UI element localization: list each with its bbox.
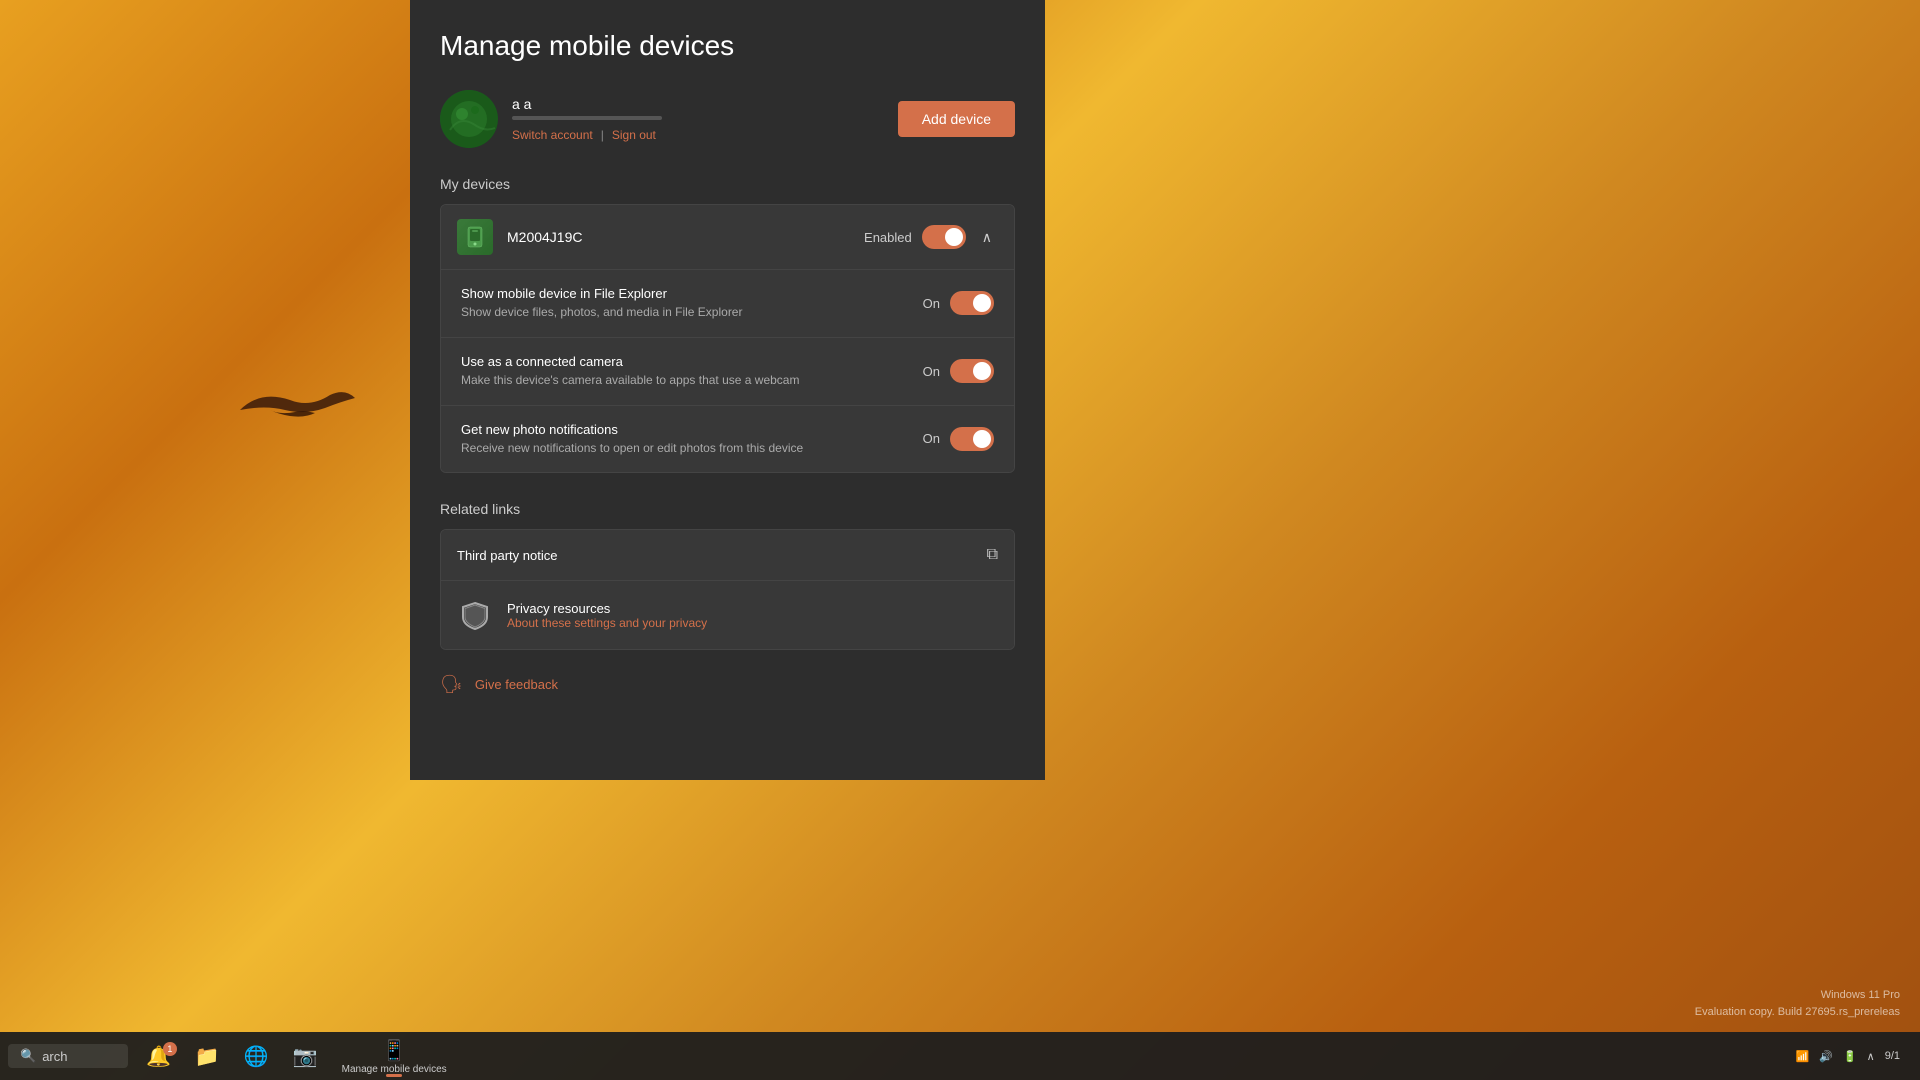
add-device-button[interactable]: Add device xyxy=(898,101,1015,137)
account-left: a a Switch account | Sign out xyxy=(440,90,662,148)
setting-on-label-notifications: On xyxy=(923,431,940,446)
setting-on-label-camera: On xyxy=(923,364,940,379)
setting-content: Show mobile device in File Explorer Show… xyxy=(461,286,923,321)
shield-icon xyxy=(457,597,493,633)
setting-content-camera: Use as a connected camera Make this devi… xyxy=(461,354,923,389)
device-enabled-toggle[interactable] xyxy=(922,225,966,249)
taskbar-search[interactable]: 🔍 arch xyxy=(8,1044,128,1068)
taskbar-item-label: Manage mobile devices xyxy=(342,1064,447,1075)
device-status-label: Enabled xyxy=(864,230,912,245)
setting-row-notifications: Get new photo notifications Receive new … xyxy=(441,406,1014,473)
time-display: 9/1 xyxy=(1885,1050,1900,1062)
taskbar-mobile-devices-item[interactable]: 📱 Manage mobile devices xyxy=(332,1034,457,1079)
setting-right-notifications: On xyxy=(923,427,994,451)
privacy-link-text: Privacy resources About these settings a… xyxy=(507,601,998,630)
setting-desc-notifications: Receive new notifications to open or edi… xyxy=(461,440,923,457)
file-explorer-icon: 📁 xyxy=(195,1044,220,1069)
avatar xyxy=(440,90,498,148)
eval-line1: Windows 11 Pro xyxy=(1695,987,1900,1004)
related-links-header: Related links xyxy=(440,501,1015,517)
third-party-notice-link[interactable]: Third party notice ⧉ xyxy=(441,530,1014,581)
edge-icon: 🌐 xyxy=(244,1044,269,1069)
search-icon: 🔍 xyxy=(20,1048,36,1064)
account-divider: | xyxy=(601,128,604,142)
network-icon: 📶 xyxy=(1796,1050,1810,1063)
give-feedback-label: Give feedback xyxy=(475,677,558,692)
third-party-title: Third party notice xyxy=(457,548,987,563)
notification-badge: 1 xyxy=(163,1042,177,1056)
device-icon xyxy=(457,219,493,255)
setting-on-label: On xyxy=(923,296,940,311)
account-links: Switch account | Sign out xyxy=(512,128,662,142)
taskbar-file-explorer-item[interactable]: 📁 xyxy=(185,1040,230,1073)
page-title: Manage mobile devices xyxy=(440,30,1015,62)
setting-title-file-explorer: Show mobile device in File Explorer xyxy=(461,286,923,301)
windows-eval-text: Windows 11 Pro Evaluation copy. Build 27… xyxy=(1695,987,1900,1020)
setting-row-camera: Use as a connected camera Make this devi… xyxy=(441,338,1014,406)
device-expand-button[interactable]: ∧ xyxy=(976,227,998,248)
privacy-resources-link[interactable]: Privacy resources About these settings a… xyxy=(441,581,1014,649)
chevron-icon[interactable]: ∧ xyxy=(1867,1050,1875,1063)
feedback-icon: 🗣 xyxy=(440,674,463,695)
taskbar: 🔍 arch 🔔 1 📁 🌐 📷 📱 Manage mobile devices… xyxy=(0,1032,1920,1080)
privacy-subtitle: About these settings and your privacy xyxy=(507,616,998,630)
camera-icon: 📷 xyxy=(293,1044,318,1069)
search-text: arch xyxy=(42,1049,67,1064)
file-explorer-toggle[interactable] xyxy=(950,291,994,315)
notifications-toggle[interactable] xyxy=(950,427,994,451)
account-section: a a Switch account | Sign out Add device xyxy=(440,90,1015,148)
settings-panel: Manage mobile devices a a Switch account… xyxy=(410,0,1045,780)
devices-container: M2004J19C Enabled ∧ Show mobile device i… xyxy=(440,204,1015,473)
setting-desc-file-explorer: Show device files, photos, and media in … xyxy=(461,304,923,321)
setting-right-camera: On xyxy=(923,359,994,383)
camera-toggle[interactable] xyxy=(950,359,994,383)
taskbar-time[interactable]: 9/1 xyxy=(1885,1050,1900,1062)
privacy-title: Privacy resources xyxy=(507,601,998,616)
taskbar-right: 📶 🔊 🔋 ∧ 9/1 xyxy=(1796,1050,1912,1063)
related-links-container: Third party notice ⧉ Privacy resources A… xyxy=(440,529,1015,650)
sign-out-link[interactable]: Sign out xyxy=(612,128,656,142)
eval-line2: Evaluation copy. Build 27695.rs_prerelea… xyxy=(1695,1004,1900,1021)
setting-desc-camera: Make this device's camera available to a… xyxy=(461,372,923,389)
my-devices-header: My devices xyxy=(440,176,1015,192)
switch-account-link[interactable]: Switch account xyxy=(512,128,593,142)
setting-title-notifications: Get new photo notifications xyxy=(461,422,923,437)
taskbar-notification-item[interactable]: 🔔 1 xyxy=(136,1040,181,1073)
battery-icon: 🔋 xyxy=(1843,1050,1857,1063)
external-link-icon: ⧉ xyxy=(987,546,998,564)
account-info: a a Switch account | Sign out xyxy=(512,96,662,142)
device-name: M2004J19C xyxy=(507,229,864,245)
taskbar-items: 🔔 1 📁 🌐 📷 📱 Manage mobile devices xyxy=(136,1034,457,1079)
account-bar xyxy=(512,116,662,120)
setting-content-notifications: Get new photo notifications Receive new … xyxy=(461,422,923,457)
mobile-devices-icon: 📱 xyxy=(382,1038,407,1063)
account-name: a a xyxy=(512,96,662,112)
setting-row-file-explorer: Show mobile device in File Explorer Show… xyxy=(441,270,1014,338)
related-link-text: Third party notice xyxy=(457,548,987,563)
bird-decoration xyxy=(230,380,360,440)
setting-right: On xyxy=(923,291,994,315)
device-row[interactable]: M2004J19C Enabled ∧ xyxy=(441,205,1014,270)
give-feedback-link[interactable]: 🗣 Give feedback xyxy=(440,670,1015,699)
taskbar-edge-item[interactable]: 🌐 xyxy=(234,1040,279,1073)
taskbar-camera-item[interactable]: 📷 xyxy=(283,1040,328,1073)
volume-icon: 🔊 xyxy=(1819,1050,1833,1063)
setting-title-camera: Use as a connected camera xyxy=(461,354,923,369)
